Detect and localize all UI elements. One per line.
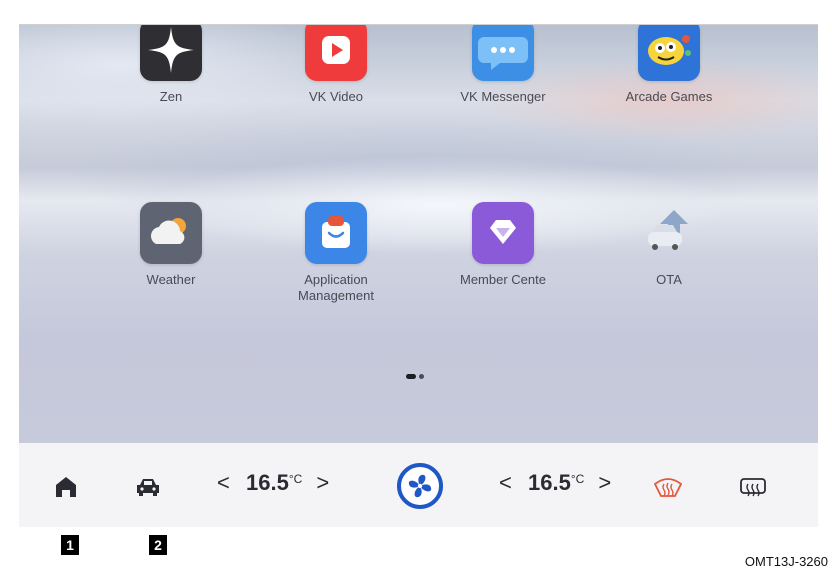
member-center-icon xyxy=(472,202,534,264)
right-temperature-control: < 16.5°C > xyxy=(499,470,611,496)
right-temp-unit: °C xyxy=(570,472,585,486)
app-label: Weather xyxy=(146,272,196,287)
infotainment-screen: Zen VK Video VK Messenger Arcade Games W… xyxy=(19,24,818,527)
left-temp-unit: °C xyxy=(288,472,303,486)
page-dot-active xyxy=(406,374,416,379)
home-wallpaper: Zen VK Video VK Messenger Arcade Games W… xyxy=(19,25,818,443)
rear-defrost-icon[interactable] xyxy=(739,477,767,502)
home-icon[interactable] xyxy=(55,476,77,503)
right-temp-value: 16.5 xyxy=(527,470,571,495)
app-arcade-games[interactable]: Arcade Games xyxy=(589,25,749,105)
callout-marker-1: 1 xyxy=(61,535,79,555)
app-label: Member Cente xyxy=(460,272,546,287)
callout-marker-2: 2 xyxy=(149,535,167,555)
app-application-management[interactable]: Application Management xyxy=(256,202,416,304)
right-temp-decrease-button[interactable]: < xyxy=(499,470,512,495)
front-defrost-icon[interactable] xyxy=(653,476,683,503)
app-label: Zen xyxy=(159,89,183,104)
arcade-games-icon xyxy=(638,25,700,81)
car-icon[interactable] xyxy=(136,477,160,502)
left-temp-increase-button[interactable]: > xyxy=(316,470,329,495)
left-temp-decrease-button[interactable]: < xyxy=(217,470,230,495)
left-temperature-control: < 16.5°C > xyxy=(217,470,329,496)
right-temp-increase-button[interactable]: > xyxy=(598,470,611,495)
vk-messenger-icon xyxy=(472,25,534,81)
app-label: Application Management xyxy=(298,272,374,303)
app-label: Arcade Games xyxy=(625,89,713,104)
fan-icon[interactable] xyxy=(396,462,444,515)
app-management-icon xyxy=(305,202,367,264)
app-weather[interactable]: Weather xyxy=(91,202,251,288)
figure-code: OMT13J-3260 xyxy=(744,554,828,569)
vk-video-icon xyxy=(305,25,367,81)
ota-icon xyxy=(638,202,700,264)
app-vk-video[interactable]: VK Video xyxy=(256,25,416,105)
page-dot xyxy=(419,374,424,379)
weather-icon xyxy=(140,202,202,264)
app-label: VK Messenger xyxy=(460,89,546,104)
app-label: OTA xyxy=(656,272,682,287)
app-zen[interactable]: Zen xyxy=(91,25,251,105)
app-vk-messenger[interactable]: VK Messenger xyxy=(423,25,583,105)
app-ota[interactable]: OTA xyxy=(589,202,749,288)
zen-icon xyxy=(140,25,202,81)
app-member-center[interactable]: Member Cente xyxy=(423,202,583,288)
left-temp-value: 16.5 xyxy=(245,470,289,495)
figure-frame: Zen VK Video VK Messenger Arcade Games W… xyxy=(0,0,832,575)
app-label: VK Video xyxy=(309,89,363,104)
